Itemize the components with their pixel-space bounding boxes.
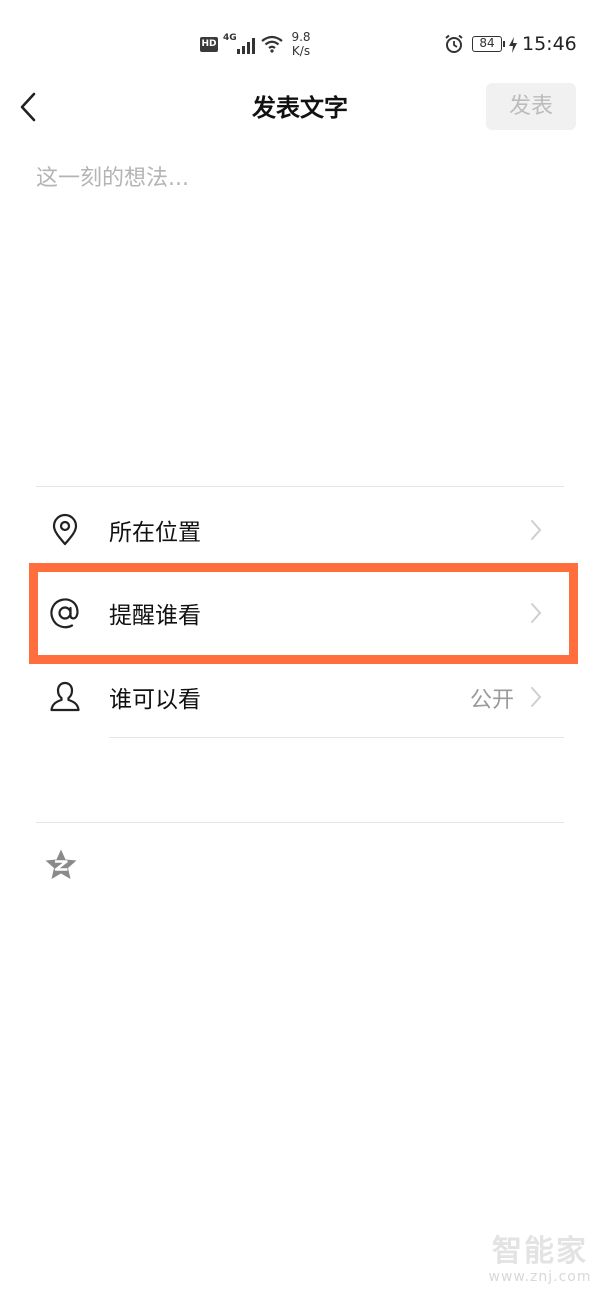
wifi-icon [261,35,283,53]
location-pin-icon [52,513,78,546]
divider [36,486,564,487]
charging-icon [509,37,517,53]
chevron-right-icon [531,687,542,707]
divider [36,822,564,823]
hd-badge: HD [200,37,218,52]
watermark: 智能家 www.znj.com [488,1234,592,1286]
status-bar: HD 4G 9.8 K/s 84 15:46 [0,0,600,80]
watermark-logo: 智能家 [492,1234,588,1269]
publish-button[interactable]: 发表 [486,83,576,130]
network-speed: 9.8 K/s [289,30,313,58]
at-icon [50,598,79,629]
qzone-star-icon[interactable] [44,848,78,882]
mention-label: 提醒谁看 [109,603,201,629]
speed-unit: K/s [291,44,311,58]
visibility-label: 谁可以看 [109,687,201,713]
signal-icon [237,38,255,54]
divider [109,737,564,738]
visibility-value: 公开 [469,688,514,713]
alarm-icon [445,34,463,53]
chevron-right-icon [531,520,542,540]
location-row[interactable]: 所在位置 [36,489,564,569]
clock: 15:46 [522,33,577,55]
network-type: 4G [223,33,237,43]
chevron-right-icon [531,603,542,623]
battery-indicator: 84 [472,36,505,52]
post-text-input[interactable] [36,160,564,460]
speed-value: 9.8 [291,30,311,44]
person-icon [50,681,80,712]
watermark-url: www.znj.com [488,1269,592,1285]
location-label: 所在位置 [109,520,201,546]
visibility-row[interactable]: 谁可以看 公开 [36,656,564,736]
mention-row[interactable]: 提醒谁看 [36,572,564,652]
